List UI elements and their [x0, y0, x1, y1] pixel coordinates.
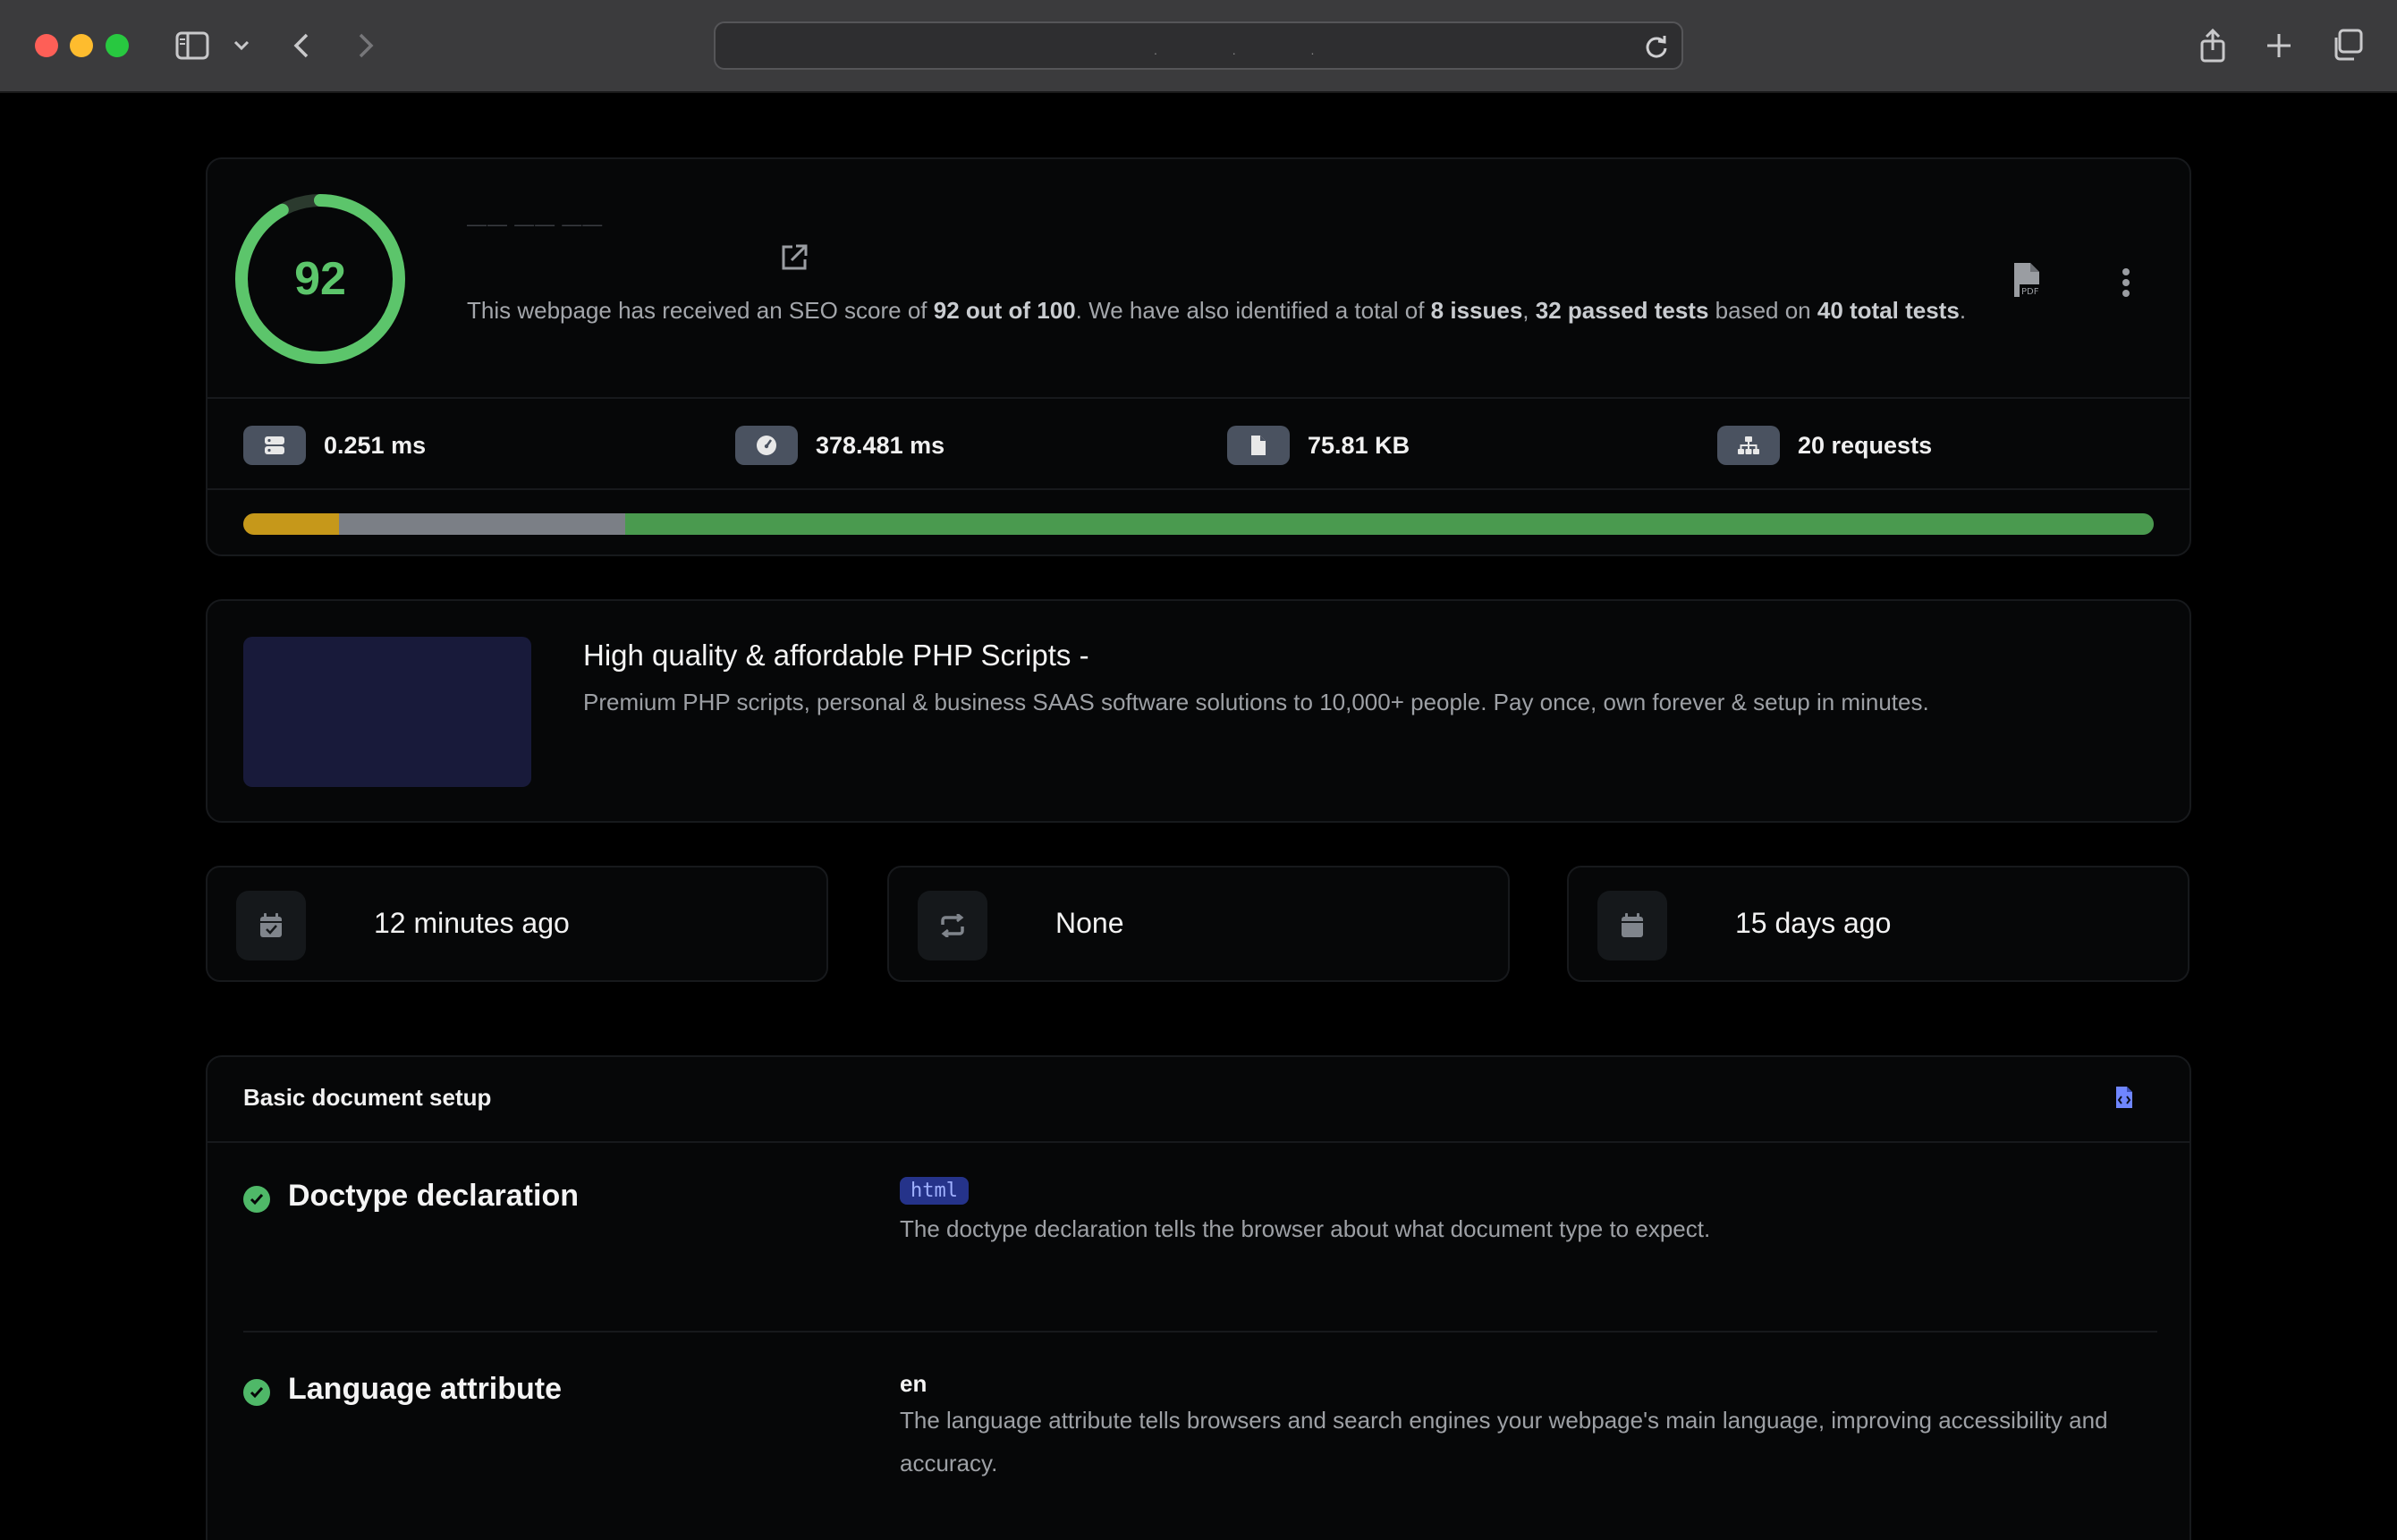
chevron-down-icon[interactable] [231, 36, 252, 55]
progress-segment-passed [625, 513, 2154, 535]
doctype-value-badge: html [900, 1177, 969, 1205]
row-label: Doctype declaration [288, 1179, 579, 1213]
score-summary: This webpage has received an SEO score o… [467, 297, 1967, 324]
calendar-icon [1597, 891, 1667, 960]
divider [208, 397, 2189, 399]
browser-titlebar: . . . [0, 0, 2397, 93]
svg-text:PDF: PDF [2021, 287, 2039, 297]
progress-segment-warning [243, 513, 339, 535]
forward-arrow-icon[interactable] [352, 29, 379, 63]
close-window-button[interactable] [35, 34, 58, 57]
sidebar-toggle-icon[interactable] [174, 29, 211, 63]
row-description: The doctype declaration tells the browse… [900, 1215, 1711, 1242]
load-time-value: 0.251 ms [324, 431, 427, 459]
render-time-value: 378.481 ms [816, 431, 945, 459]
generated-time: 12 minutes ago [374, 907, 570, 939]
reload-icon[interactable] [1644, 34, 1669, 63]
language-value: en [900, 1370, 927, 1397]
divider [208, 1141, 2189, 1143]
metric-requests: 20 requests [1717, 426, 1932, 465]
address-bar[interactable]: . . . [714, 21, 1683, 70]
new-tab-icon[interactable] [2263, 29, 2295, 63]
page-meta-card: High quality & affordable PHP Scripts - … [206, 599, 2191, 823]
minimize-window-button[interactable] [70, 34, 93, 57]
domain-age-value: 15 days ago [1735, 907, 1892, 939]
section-title: Basic document setup [243, 1084, 492, 1111]
page-size-value: 75.81 KB [1308, 431, 1410, 459]
stat-card-generated: 12 minutes ago [206, 866, 828, 982]
maximize-window-button[interactable] [106, 34, 129, 57]
check-circle-icon [243, 1186, 270, 1213]
requests-value: 20 requests [1798, 431, 1933, 459]
share-icon[interactable] [2197, 27, 2229, 64]
external-link-icon[interactable] [778, 241, 814, 277]
speedometer-icon [735, 426, 798, 465]
tab-overview-icon[interactable] [2329, 27, 2365, 63]
check-circle-icon [243, 1379, 270, 1406]
stat-card-domain-age: 15 days ago [1567, 866, 2189, 982]
pdf-download-icon[interactable]: PDF [2011, 261, 2046, 304]
metric-page-size: 75.81 KB [1227, 426, 1410, 465]
back-arrow-icon[interactable] [288, 29, 315, 63]
divider [208, 488, 2189, 490]
progress-segment-neutral [338, 513, 626, 535]
redirect-value: None [1055, 907, 1124, 939]
seo-score-card: 92 —— —— —— This webpage has received an… [206, 157, 2191, 556]
more-options-icon[interactable] [2113, 263, 2139, 302]
basic-setup-section: Basic document setup Doctype declaration… [206, 1055, 2191, 1540]
page-thumbnail [243, 637, 531, 787]
metric-load-time: 0.251 ms [243, 426, 426, 465]
page-description: Premium PHP scripts, personal & business… [583, 689, 1929, 715]
divider [243, 1331, 2157, 1333]
stat-card-redirect: None [887, 866, 1510, 982]
metric-render-time: 378.481 ms [735, 426, 944, 465]
repeat-icon [918, 891, 987, 960]
score-value: 92 [294, 253, 346, 305]
row-label: Language attribute [288, 1372, 563, 1406]
calendar-check-icon [236, 891, 306, 960]
address-text: . . . [1154, 43, 1351, 57]
page-title: High quality & affordable PHP Scripts - [583, 639, 1089, 672]
sitemap-icon [1717, 426, 1780, 465]
file-icon [1227, 426, 1290, 465]
row-description: The language attribute tells browsers an… [900, 1407, 2108, 1477]
test-results-bar [243, 513, 2154, 535]
server-icon [243, 426, 306, 465]
site-url[interactable]: —— —— —— [467, 213, 603, 236]
file-code-icon[interactable] [2114, 1086, 2138, 1114]
